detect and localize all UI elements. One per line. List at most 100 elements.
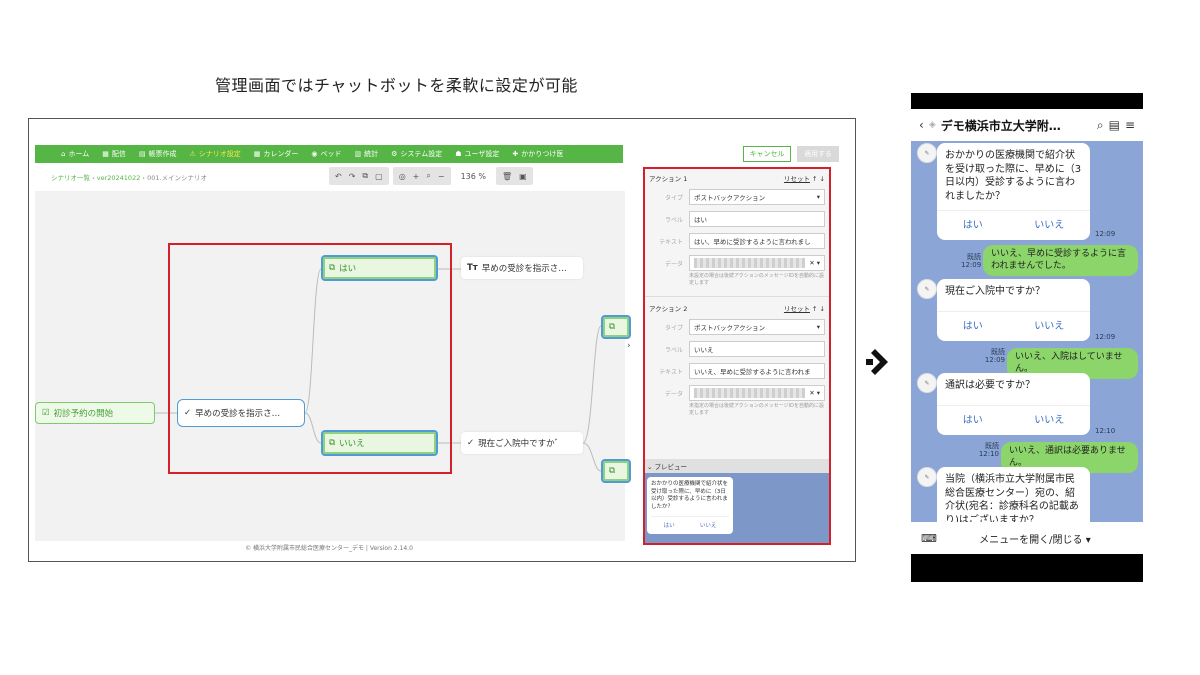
calendar-icon: ▦ — [253, 150, 261, 158]
view-tools: ◎ + ⌕ − — [392, 167, 451, 185]
shield-icon: ◈ — [928, 120, 936, 130]
hospital-icon: ✚ — [512, 150, 519, 158]
bot-avatar: ✎ — [917, 143, 937, 163]
cancel-button[interactable]: キャンセル — [743, 146, 791, 162]
paste-icon[interactable]: ▢ — [375, 172, 383, 181]
nav-label: ユーザ設定 — [464, 150, 500, 158]
read-label: 既読 — [967, 253, 981, 261]
center-icon[interactable]: ◎ — [399, 172, 406, 181]
node-start[interactable]: ☑ 初診予約の開始 — [35, 402, 155, 424]
undo-icon[interactable]: ↶ — [335, 172, 342, 181]
bot-message: 当院（横浜市立大学附属市民総合医療センター）宛の、紹介状(宛名：診療科名の記載あ… — [937, 467, 1090, 522]
arrow-right-icon — [866, 349, 888, 375]
message-text: 現在ご入院中ですか？ — [945, 286, 1045, 297]
read-receipt: 既読 12:09 — [961, 253, 981, 270]
admin-navbar: ⌂ ホーム ▦ 配信 ▤ 帳票作成 ⚠ シナリオ設定 ▦ カレンダー ◉ ベッド ▥ 統計 ⚙… — [35, 145, 623, 163]
choice-icon: ⧉ — [609, 322, 616, 332]
node-label: 早めの受診を指示さ… — [481, 264, 567, 274]
text-type-icon: Tт — [467, 263, 478, 273]
gear-icon: ⚙ — [391, 150, 398, 158]
phone-bottom-bar — [911, 554, 1143, 582]
stats-icon: ▥ — [354, 150, 362, 158]
reply-buttons: はい いいえ — [937, 404, 1090, 436]
apply-button[interactable]: 適用する — [797, 146, 839, 162]
highlight-box-panel — [643, 167, 831, 545]
nav-system[interactable]: ⚙ システム設定 — [391, 149, 442, 159]
bot-avatar: ✎ — [917, 373, 937, 393]
nav-label: カレンダー — [263, 150, 299, 158]
zoom-in-icon[interactable]: + — [413, 172, 420, 181]
collapse-panel-icon[interactable]: › — [627, 341, 631, 351]
highlight-box-flow — [168, 243, 452, 474]
reply-no-button[interactable]: いいえ — [1034, 320, 1064, 334]
zoom-level: 136 % — [454, 167, 492, 185]
node-label: 初診予約の開始 — [53, 409, 114, 419]
read-receipt: 既読 12:10 — [961, 442, 999, 459]
message-text: 当院（横浜市立大学附属市民総合医療センター）宛の、紹介状(宛名：診療科名の記載あ… — [945, 474, 1079, 522]
node-next-question[interactable]: ✓ 現在ご入院中ですか゛ — [461, 432, 583, 454]
bot-message: おかかりの医療機関で紹介状を受け取った際に、早めに（3日以内）受診するように言わ… — [937, 143, 1090, 240]
breadcrumb: シナリオ一覧 › ver20241022 › 001.メインシナリオ — [51, 174, 208, 182]
nav-label: 統計 — [364, 150, 379, 158]
message-time: 12:09 — [1095, 333, 1116, 341]
read-receipt: 既読 12:09 — [961, 348, 1005, 365]
nav-label: ベッド — [320, 150, 342, 158]
read-label: 既読 — [985, 442, 999, 450]
reply-yes-button[interactable]: はい — [963, 414, 983, 428]
nav-bed[interactable]: ◉ ベッド — [311, 149, 341, 159]
breadcrumb-leaf: 001.メインシナリオ — [147, 174, 208, 182]
menu-icon[interactable]: ≡ — [1125, 118, 1135, 132]
nav-users[interactable]: ☗ ユーザ設定 — [455, 149, 499, 159]
form-icon: ▤ — [138, 150, 146, 158]
node-choice-partial[interactable]: ⧉ — [601, 315, 631, 339]
footer-copyright: © 横浜大学附属市民総合医療センター_デモ | Version 2.14.0 — [245, 545, 413, 552]
nav-family-doctor[interactable]: ✚ かかりつけ医 — [512, 149, 563, 159]
nav-label: かかりつけ医 — [521, 150, 564, 158]
choice-icon: ⧉ — [609, 466, 616, 476]
zoom-out-icon[interactable]: − — [438, 172, 445, 181]
back-icon[interactable]: ‹ — [919, 118, 924, 132]
reply-buttons: はい いいえ — [937, 209, 1090, 241]
redo-icon[interactable]: ↷ — [349, 172, 356, 181]
save-icon[interactable]: ▣ — [519, 172, 527, 181]
read-label: 既読 — [991, 348, 1005, 356]
home-icon: ⌂ — [61, 150, 66, 158]
node-choice-partial[interactable]: ⧉ — [601, 459, 631, 483]
nav-scenario[interactable]: ⚠ シナリオ設定 — [190, 149, 241, 159]
search-icon[interactable]: ⌕ — [426, 171, 430, 181]
nav-stats[interactable]: ▥ 統計 — [355, 149, 379, 159]
message-text: おかかりの医療機関で紹介状を受け取った際に、早めに（3日以内）受診するように言わ… — [945, 150, 1082, 202]
reply-buttons: はい いいえ — [937, 310, 1090, 342]
copy-icon[interactable]: ⧉ — [362, 171, 368, 181]
nav-label: 配信 — [111, 150, 126, 158]
edit-tools: ↶ ↷ ⧉ ▢ — [329, 167, 389, 185]
notes-icon[interactable]: ▤ — [1109, 118, 1120, 132]
menu-toggle-label[interactable]: メニューを開く/閉じる ▾ — [937, 531, 1133, 546]
chat-start-icon: ☑ — [42, 408, 50, 418]
action-settings-panel: アクション 1 リセット ↑ ↓ タイプ ポストバックアクション ▾ ラベル はい テ… — [643, 167, 831, 545]
slide-title: 管理画面ではチャットボットを柔軟に設定が可能 — [215, 76, 578, 95]
reply-no-button[interactable]: いいえ — [1034, 219, 1064, 233]
scenario-canvas[interactable]: ☑ 初診予約の開始 ✓ 早めの受診を指示さ… ⧉ はい ⧉ いいえ Tт 早めの受診を指示… — [35, 191, 631, 541]
reply-yes-button[interactable]: はい — [963, 219, 983, 233]
nav-home[interactable]: ⌂ ホーム — [61, 149, 89, 159]
user-message: いいえ、早めに受診するように言われませんでした。 — [983, 245, 1138, 277]
nav-forms[interactable]: ▤ 帳票作成 — [139, 149, 177, 159]
bot-avatar: ✎ — [917, 279, 937, 299]
bot-message: 通訳は必要ですか？ はい いいえ — [937, 373, 1090, 435]
reply-yes-button[interactable]: はい — [963, 320, 983, 334]
rich-menu-bar[interactable]: ⌨ メニューを開く/閉じる ▾ — [911, 522, 1143, 554]
node-text-result[interactable]: Tт 早めの受診を指示さ… — [461, 257, 583, 279]
breadcrumb-root[interactable]: シナリオ一覧 — [51, 174, 90, 182]
nav-calendar[interactable]: ▦ カレンダー — [254, 149, 299, 159]
bot-avatar: ✎ — [917, 467, 937, 487]
message-time: 12:10 — [1095, 427, 1116, 435]
search-icon[interactable]: ⌕ — [1097, 118, 1104, 133]
nav-delivery[interactable]: ▦ 配信 — [102, 149, 126, 159]
breadcrumb-version[interactable]: ver20241022 — [97, 174, 141, 182]
keyboard-icon[interactable]: ⌨ — [921, 532, 937, 545]
reply-no-button[interactable]: いいえ — [1034, 414, 1064, 428]
trash-icon[interactable]: 🗑 — [502, 172, 512, 181]
admin-screen: ⌂ ホーム ▦ 配信 ▤ 帳票作成 ⚠ シナリオ設定 ▦ カレンダー ◉ ベッド ▥ 統計 ⚙… — [28, 118, 856, 562]
chat-body[interactable]: ✎ おかかりの医療機関で紹介状を受け取った際に、早めに（3日以内）受診するように… — [911, 141, 1143, 522]
